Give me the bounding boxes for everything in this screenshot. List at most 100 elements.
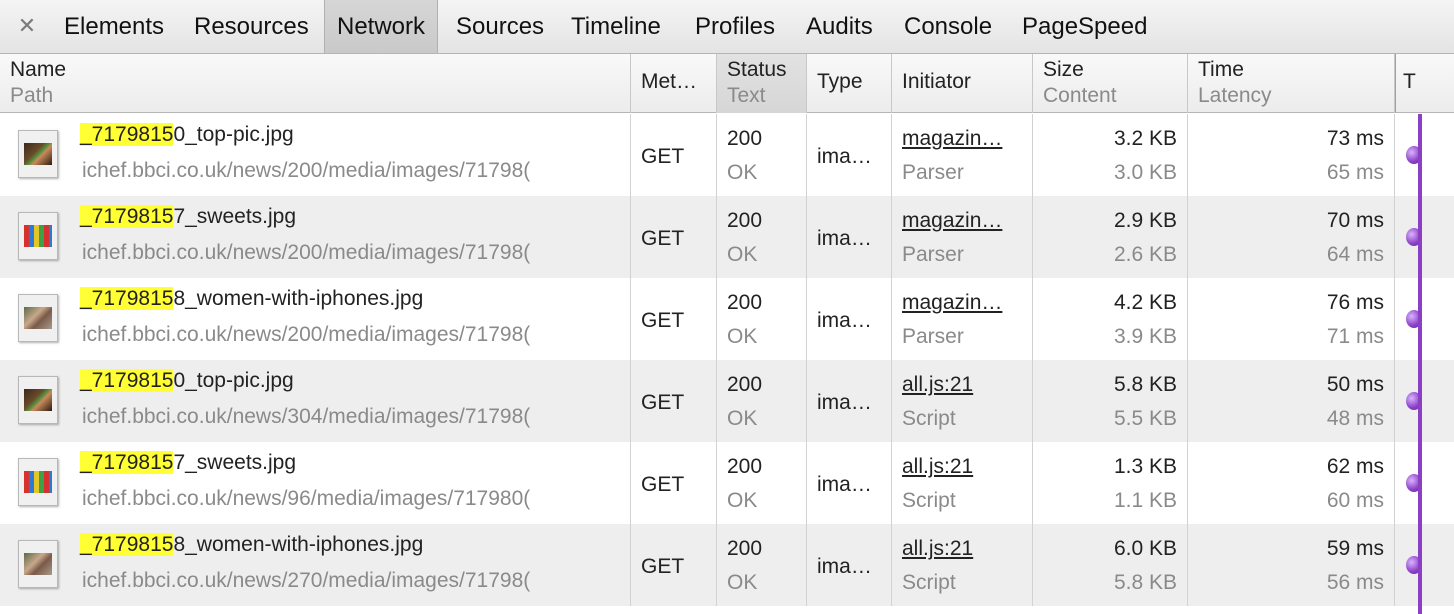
name-cell[interactable]: _71798150_top-pic.jpg ichef.bbci.co.uk/ne…: [0, 114, 631, 196]
initiator-link[interactable]: magazin…: [902, 127, 1002, 151]
tab-pagespeed[interactable]: PageSpeed: [1022, 6, 1147, 48]
status-text: OK: [727, 325, 758, 348]
total-time: 59 ms: [1326, 537, 1384, 560]
initiator-type: Script: [902, 407, 956, 430]
status-code: 200: [727, 209, 763, 232]
content-size: 3.9 KB: [1113, 325, 1177, 348]
transfer-size: 1.3 KB: [1113, 455, 1177, 478]
table-row[interactable]: _71798157_sweets.jpg ichef.bbci.co.uk/new…: [0, 196, 1454, 278]
timeline-cell[interactable]: [1395, 278, 1454, 360]
image-file-icon: [18, 130, 58, 178]
column-header-initiator[interactable]: Initiator: [892, 54, 1033, 113]
initiator-type: Parser: [902, 161, 964, 184]
request-method: GET: [641, 309, 685, 332]
request-method: GET: [641, 391, 685, 414]
tab-profiles[interactable]: Profiles: [695, 6, 775, 48]
search-highlight: _7179815: [80, 451, 174, 474]
tab-audits[interactable]: Audits: [806, 6, 873, 48]
transfer-size: 3.2 KB: [1113, 127, 1177, 150]
initiator-link[interactable]: magazin…: [902, 209, 1002, 233]
type-cell: ima…: [807, 442, 892, 524]
size-cell: 6.0 KB 5.8 KB: [1033, 524, 1188, 606]
status-text: OK: [727, 489, 758, 512]
tab-network[interactable]: Network: [324, 0, 439, 53]
request-path: ichef.bbci.co.uk/news/96/media/images/71…: [82, 487, 531, 510]
timeline-cell[interactable]: [1395, 442, 1454, 524]
size-cell: 3.2 KB 3.0 KB: [1033, 114, 1188, 196]
column-subtitle: Content: [1043, 84, 1117, 107]
initiator-type: Script: [902, 571, 956, 594]
timeline-cell[interactable]: [1395, 196, 1454, 278]
mime-type: ima…: [817, 309, 872, 332]
request-filename: _71798158_women-with-iphones.jpg: [80, 533, 424, 556]
status-text: OK: [727, 161, 758, 184]
initiator-type: Parser: [902, 325, 964, 348]
tab-sources[interactable]: Sources: [456, 6, 544, 48]
table-row[interactable]: _71798157_sweets.jpg ichef.bbci.co.uk/new…: [0, 442, 1454, 524]
column-header-status[interactable]: Status Text: [717, 54, 807, 113]
status-code: 200: [727, 127, 763, 150]
image-file-icon: [18, 376, 58, 424]
latency: 71 ms: [1326, 325, 1384, 348]
time-cell: 70 ms 64 ms: [1188, 196, 1395, 278]
type-cell: ima…: [807, 360, 892, 442]
column-subtitle: Path: [10, 84, 54, 107]
timeline-cell[interactable]: [1395, 360, 1454, 442]
tab-elements[interactable]: Elements: [64, 6, 164, 48]
table-row[interactable]: _71798150_top-pic.jpg ichef.bbci.co.uk/ne…: [0, 114, 1454, 196]
timeline-cell[interactable]: [1395, 114, 1454, 196]
name-cell[interactable]: _71798158_women-with-iphones.jpg ichef.bb…: [0, 524, 631, 606]
method-cell: GET: [631, 442, 717, 524]
timeline-cell[interactable]: [1395, 524, 1454, 606]
initiator-link[interactable]: all.js:21: [902, 455, 973, 479]
name-cell[interactable]: _71798158_women-with-iphones.jpg ichef.bb…: [0, 278, 631, 360]
column-header-timeline[interactable]: T: [1395, 54, 1454, 113]
image-file-icon: [18, 294, 58, 342]
request-method: GET: [641, 473, 685, 496]
status-cell: 200 OK: [717, 278, 807, 360]
tab-timeline[interactable]: Timeline: [571, 6, 661, 48]
content-size: 5.5 KB: [1113, 407, 1177, 430]
initiator-cell: all.js:21 Script: [892, 360, 1033, 442]
close-icon[interactable]: ✕: [14, 12, 40, 42]
request-method: GET: [641, 555, 685, 578]
content-size: 2.6 KB: [1113, 243, 1177, 266]
column-header-method[interactable]: Met…: [631, 54, 717, 113]
request-path: ichef.bbci.co.uk/news/200/media/images/7…: [82, 241, 531, 264]
request-filename: _71798150_top-pic.jpg: [80, 123, 294, 146]
method-cell: GET: [631, 524, 717, 606]
request-filename: _71798150_top-pic.jpg: [80, 369, 294, 392]
table-row[interactable]: _71798150_top-pic.jpg ichef.bbci.co.uk/ne…: [0, 360, 1454, 442]
initiator-cell: magazin… Parser: [892, 196, 1033, 278]
column-header-time[interactable]: Time Latency: [1188, 54, 1395, 113]
column-title: Initiator: [902, 70, 971, 93]
initiator-link[interactable]: all.js:21: [902, 373, 973, 397]
mime-type: ima…: [817, 473, 872, 496]
name-cell[interactable]: _71798150_top-pic.jpg ichef.bbci.co.uk/ne…: [0, 360, 631, 442]
table-row[interactable]: _71798158_women-with-iphones.jpg ichef.bb…: [0, 524, 1454, 606]
tab-resources[interactable]: Resources: [194, 6, 309, 48]
status-cell: 200 OK: [717, 196, 807, 278]
column-header-type[interactable]: Type: [807, 54, 892, 113]
column-subtitle: Text: [727, 84, 766, 107]
method-cell: GET: [631, 278, 717, 360]
name-cell[interactable]: _71798157_sweets.jpg ichef.bbci.co.uk/new…: [0, 442, 631, 524]
time-cell: 73 ms 65 ms: [1188, 114, 1395, 196]
size-cell: 5.8 KB 5.5 KB: [1033, 360, 1188, 442]
image-file-icon: [18, 458, 58, 506]
column-title: T: [1403, 70, 1416, 93]
image-file-icon: [18, 212, 58, 260]
column-header-size[interactable]: Size Content: [1033, 54, 1188, 113]
total-time: 70 ms: [1326, 209, 1384, 232]
initiator-link[interactable]: magazin…: [902, 291, 1002, 315]
type-cell: ima…: [807, 278, 892, 360]
table-row[interactable]: _71798158_women-with-iphones.jpg ichef.bb…: [0, 278, 1454, 360]
time-cell: 59 ms 56 ms: [1188, 524, 1395, 606]
initiator-link[interactable]: all.js:21: [902, 537, 973, 561]
status-cell: 200 OK: [717, 360, 807, 442]
type-cell: ima…: [807, 114, 892, 196]
column-header-name[interactable]: Name Path: [0, 54, 631, 113]
tab-console[interactable]: Console: [904, 6, 992, 48]
timeline-marker-line: [1418, 114, 1422, 614]
name-cell[interactable]: _71798157_sweets.jpg ichef.bbci.co.uk/new…: [0, 196, 631, 278]
